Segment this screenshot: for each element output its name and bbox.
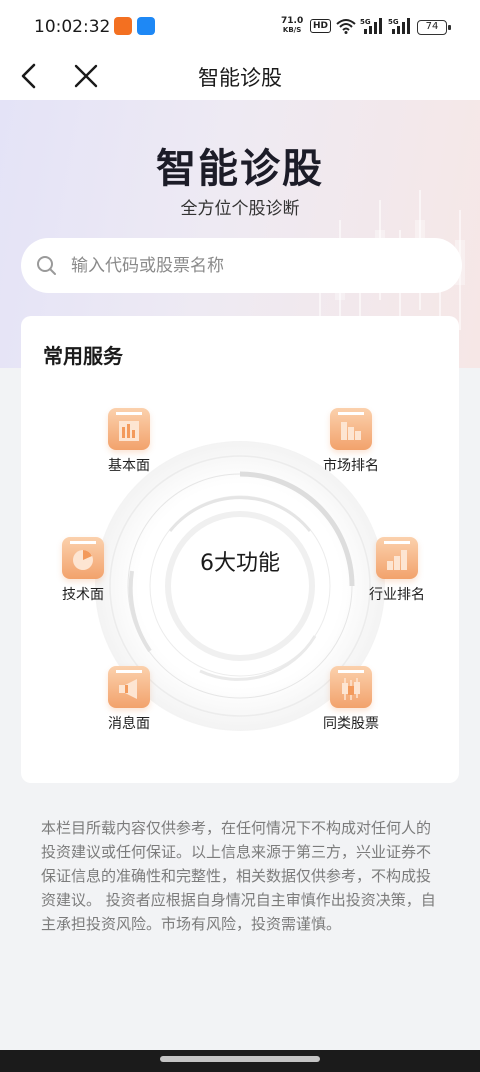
market-ranking-icon xyxy=(330,408,372,450)
megaphone-icon xyxy=(108,666,150,708)
cellular-signal-icon-2: 5G xyxy=(388,18,410,34)
page-title: 智能诊股 xyxy=(198,66,282,90)
cellular-signal-icon: 5G xyxy=(360,18,382,34)
status-time: 10:02:32 xyxy=(34,17,111,37)
service-fundamentals[interactable]: 基本面 xyxy=(79,408,179,475)
hd-badge: HD xyxy=(310,19,332,33)
service-market-ranking[interactable]: 市场排名 xyxy=(301,408,401,475)
service-news[interactable]: 消息面 xyxy=(79,666,179,733)
service-label: 行业排名 xyxy=(369,587,425,603)
services-card: 常用服务 6大功能 基本面 市场排名 技术面 行业排名 消息面 同类股票 xyxy=(21,316,459,783)
service-label: 技术面 xyxy=(62,587,104,603)
hero-subtitle: 全方位个股诊断 xyxy=(180,199,300,219)
industry-ranking-icon xyxy=(376,537,418,579)
search-input[interactable] xyxy=(71,238,441,293)
battery-indicator: 74 xyxy=(417,20,451,35)
service-label: 同类股票 xyxy=(323,716,379,732)
network-speed-unit: KB/S xyxy=(282,26,302,34)
signal-1-label: 5G xyxy=(360,18,371,26)
network-speed: 71.0 KB/S xyxy=(281,17,303,35)
signal-2-label: 5G xyxy=(388,18,399,26)
wifi-icon xyxy=(336,19,356,34)
service-label: 消息面 xyxy=(108,716,150,732)
status-bar: 10:02:32 71.0 KB/S HD 5G 5G 74 xyxy=(0,0,480,52)
service-label: 市场排名 xyxy=(323,458,379,474)
fundamentals-chart-icon xyxy=(108,408,150,450)
service-industry-ranking[interactable]: 行业排名 xyxy=(347,537,447,604)
nav-bar: 智能诊股 xyxy=(0,52,480,100)
services-title: 常用服务 xyxy=(43,344,123,368)
service-similar-stocks[interactable]: 同类股票 xyxy=(301,666,401,733)
pie-chart-icon xyxy=(62,537,104,579)
home-indicator[interactable] xyxy=(160,1056,320,1062)
app-notification-icon xyxy=(114,17,132,35)
disclaimer-text: 本栏目所载内容仅供参考，在任何情况下不构成对任何人的投资建议或任何保证。以上信息… xyxy=(41,819,436,933)
service-technical[interactable]: 技术面 xyxy=(33,537,133,604)
service-label: 基本面 xyxy=(108,458,150,474)
search-bar[interactable] xyxy=(21,238,462,293)
candlestick-icon xyxy=(330,666,372,708)
hero-title: 智能诊股 xyxy=(156,146,324,192)
app-notification-icon-2 xyxy=(137,17,155,35)
network-speed-value: 71.0 xyxy=(281,16,304,26)
search-icon xyxy=(37,256,56,275)
